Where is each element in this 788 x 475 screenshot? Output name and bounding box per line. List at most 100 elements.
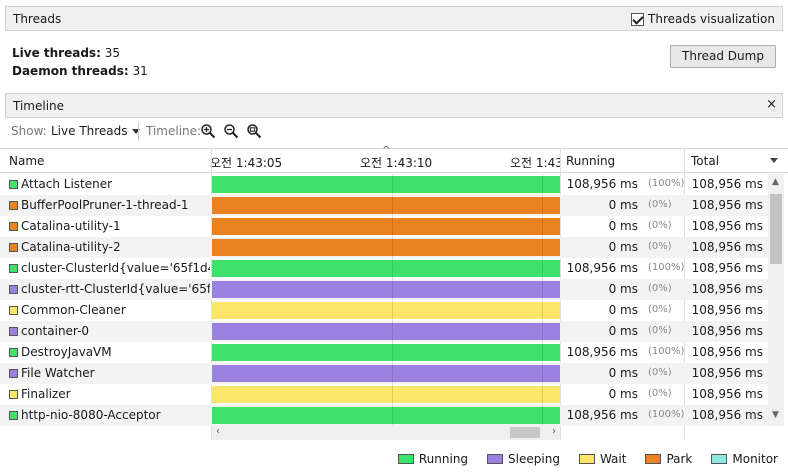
thread-name: File Watcher	[21, 366, 95, 380]
time-tick-1: 오전 1:43:05	[210, 156, 283, 170]
total-time: 108,956 ms	[691, 345, 763, 359]
thread-name: DestroyJavaVM	[21, 345, 112, 359]
legend-label: Sleeping	[508, 452, 560, 466]
timeline-bar	[212, 176, 560, 193]
table-row[interactable]: File Watcher 0 ms (0%) 108,956 ms	[0, 363, 768, 384]
timeline-gridline	[392, 216, 393, 237]
running-time: 0 ms	[608, 324, 638, 338]
table-row[interactable]: BufferPoolPruner-1-thread-1 0 ms (0%) 108,9…	[0, 195, 768, 216]
timeline-header: Timeline ×	[5, 93, 783, 118]
time-tick-2: 오전 1:43:10	[360, 156, 433, 170]
running-percent: (0%)	[648, 325, 672, 336]
thread-name: cluster-ClusterId{value='65f1d4d8e	[21, 261, 210, 275]
horizontal-scrollbar[interactable]: ‹ ›	[212, 425, 560, 440]
total-time: 108,956 ms	[691, 387, 763, 401]
show-dropdown[interactable]: Live Threads	[51, 124, 140, 138]
state-swatch	[9, 306, 18, 315]
legend-item-sleeping: Sleeping	[487, 452, 560, 466]
timeline-bar	[212, 281, 560, 298]
timeline-gridline	[542, 342, 543, 363]
timeline-gridline	[542, 237, 543, 258]
running-time: 108,956 ms	[566, 408, 638, 422]
column-name[interactable]: Name	[9, 154, 44, 168]
scroll-down-icon[interactable]: ▼	[772, 410, 779, 420]
running-percent: (100%)	[648, 346, 685, 357]
total-time: 108,956 ms	[691, 261, 763, 275]
table-header: Name 오전 1:43:05 오전 1:43:10 오전 1:43 Runni…	[0, 148, 788, 173]
live-threads-value: 35	[104, 46, 120, 60]
timeline-gridline	[392, 405, 393, 426]
total-time: 108,956 ms	[691, 198, 763, 212]
threads-title: Threads	[13, 12, 62, 26]
zoom-fit-icon[interactable]	[246, 123, 262, 139]
thread-rows: Attach Listener 108,956 ms (100%) 108,956 m…	[0, 174, 768, 426]
column-running[interactable]: Running	[566, 154, 615, 168]
show-label: Show:	[11, 124, 47, 138]
scroll-up-icon[interactable]: ▲	[772, 177, 779, 187]
thread-name: BufferPoolPruner-1-thread-1	[21, 198, 189, 212]
checkbox-checked-icon[interactable]	[631, 12, 645, 26]
horizontal-scroll-thumb[interactable]	[510, 427, 540, 438]
state-swatch	[9, 348, 18, 357]
table-row[interactable]: http-nio-8080-Acceptor 108,956 ms (100%) 10…	[0, 405, 768, 426]
state-swatch	[9, 369, 18, 378]
column-menu-icon[interactable]	[770, 158, 778, 163]
scroll-left-icon[interactable]: ‹	[216, 426, 220, 437]
running-time: 108,956 ms	[566, 177, 638, 191]
running-percent: (100%)	[648, 262, 685, 273]
timeline-gridline	[392, 363, 393, 384]
legend-swatch	[645, 454, 662, 464]
legend-swatch	[487, 454, 504, 464]
thread-name: Catalina-utility-1	[21, 219, 121, 233]
vertical-scroll-thumb[interactable]	[770, 194, 782, 264]
table-row[interactable]: cluster-rtt-ClusterId{value='65f1d4c 0 ms…	[0, 279, 768, 300]
state-swatch	[9, 327, 18, 336]
zoom-out-icon[interactable]	[223, 123, 239, 139]
column-total[interactable]: Total	[691, 154, 719, 168]
state-swatch	[9, 180, 18, 189]
legend-item-park: Park	[645, 452, 692, 466]
total-time: 108,956 ms	[691, 303, 763, 317]
table-row[interactable]: Finalizer 0 ms (0%) 108,956 ms	[0, 384, 768, 405]
state-swatch	[9, 201, 18, 210]
timeline-gridline	[542, 279, 543, 300]
table-row[interactable]: container-0 0 ms (0%) 108,956 ms	[0, 321, 768, 342]
thread-dump-button[interactable]: Thread Dump	[670, 45, 776, 68]
table-row[interactable]: Attach Listener 108,956 ms (100%) 108,956 m…	[0, 174, 768, 195]
table-row[interactable]: Common-Cleaner 0 ms (0%) 108,956 ms	[0, 300, 768, 321]
zoom-in-icon[interactable]	[200, 123, 216, 139]
thread-name: cluster-rtt-ClusterId{value='65f1d4c	[21, 282, 210, 296]
table-row[interactable]: Catalina-utility-2 0 ms (0%) 108,956 ms	[0, 237, 768, 258]
table-row[interactable]: Catalina-utility-1 0 ms (0%) 108,956 ms	[0, 216, 768, 237]
timeline-gridline	[392, 300, 393, 321]
timeline-gridline	[392, 195, 393, 216]
timeline-toolbar: Show: Live Threads Timeline:	[0, 119, 788, 145]
total-time: 108,956 ms	[691, 240, 763, 254]
table-row[interactable]: cluster-ClusterId{value='65f1d4d8e 108,95…	[0, 258, 768, 279]
threads-visualization-label: Threads visualization	[648, 12, 775, 26]
timeline-title: Timeline	[13, 99, 65, 113]
close-icon[interactable]: ×	[766, 98, 777, 112]
timeline-gridline	[542, 363, 543, 384]
scroll-right-icon[interactable]: ›	[552, 426, 556, 437]
thread-name: Catalina-utility-2	[21, 240, 121, 254]
daemon-threads-label: Daemon threads:	[12, 64, 129, 78]
vertical-scrollbar[interactable]: ▲ ▼	[768, 174, 784, 426]
legend-swatch	[578, 454, 595, 464]
threads-header: Threads Threads visualization	[5, 6, 783, 31]
table-row[interactable]: DestroyJavaVM 108,956 ms (100%) 108,956 ms	[0, 342, 768, 363]
running-percent: (0%)	[648, 304, 672, 315]
state-swatch	[9, 243, 18, 252]
timeline-bar	[212, 344, 560, 361]
legend-item-wait: Wait	[578, 452, 626, 466]
timeline-gridline	[542, 300, 543, 321]
running-time: 108,956 ms	[566, 345, 638, 359]
state-swatch	[9, 264, 18, 273]
daemon-threads-value: 31	[132, 64, 148, 78]
timeline-bar	[212, 386, 560, 403]
threads-visualization-checkbox[interactable]: Threads visualization	[631, 12, 775, 26]
running-time: 0 ms	[608, 219, 638, 233]
legend-label: Park	[666, 452, 693, 466]
timeline-bar	[212, 218, 560, 235]
state-swatch	[9, 411, 18, 420]
